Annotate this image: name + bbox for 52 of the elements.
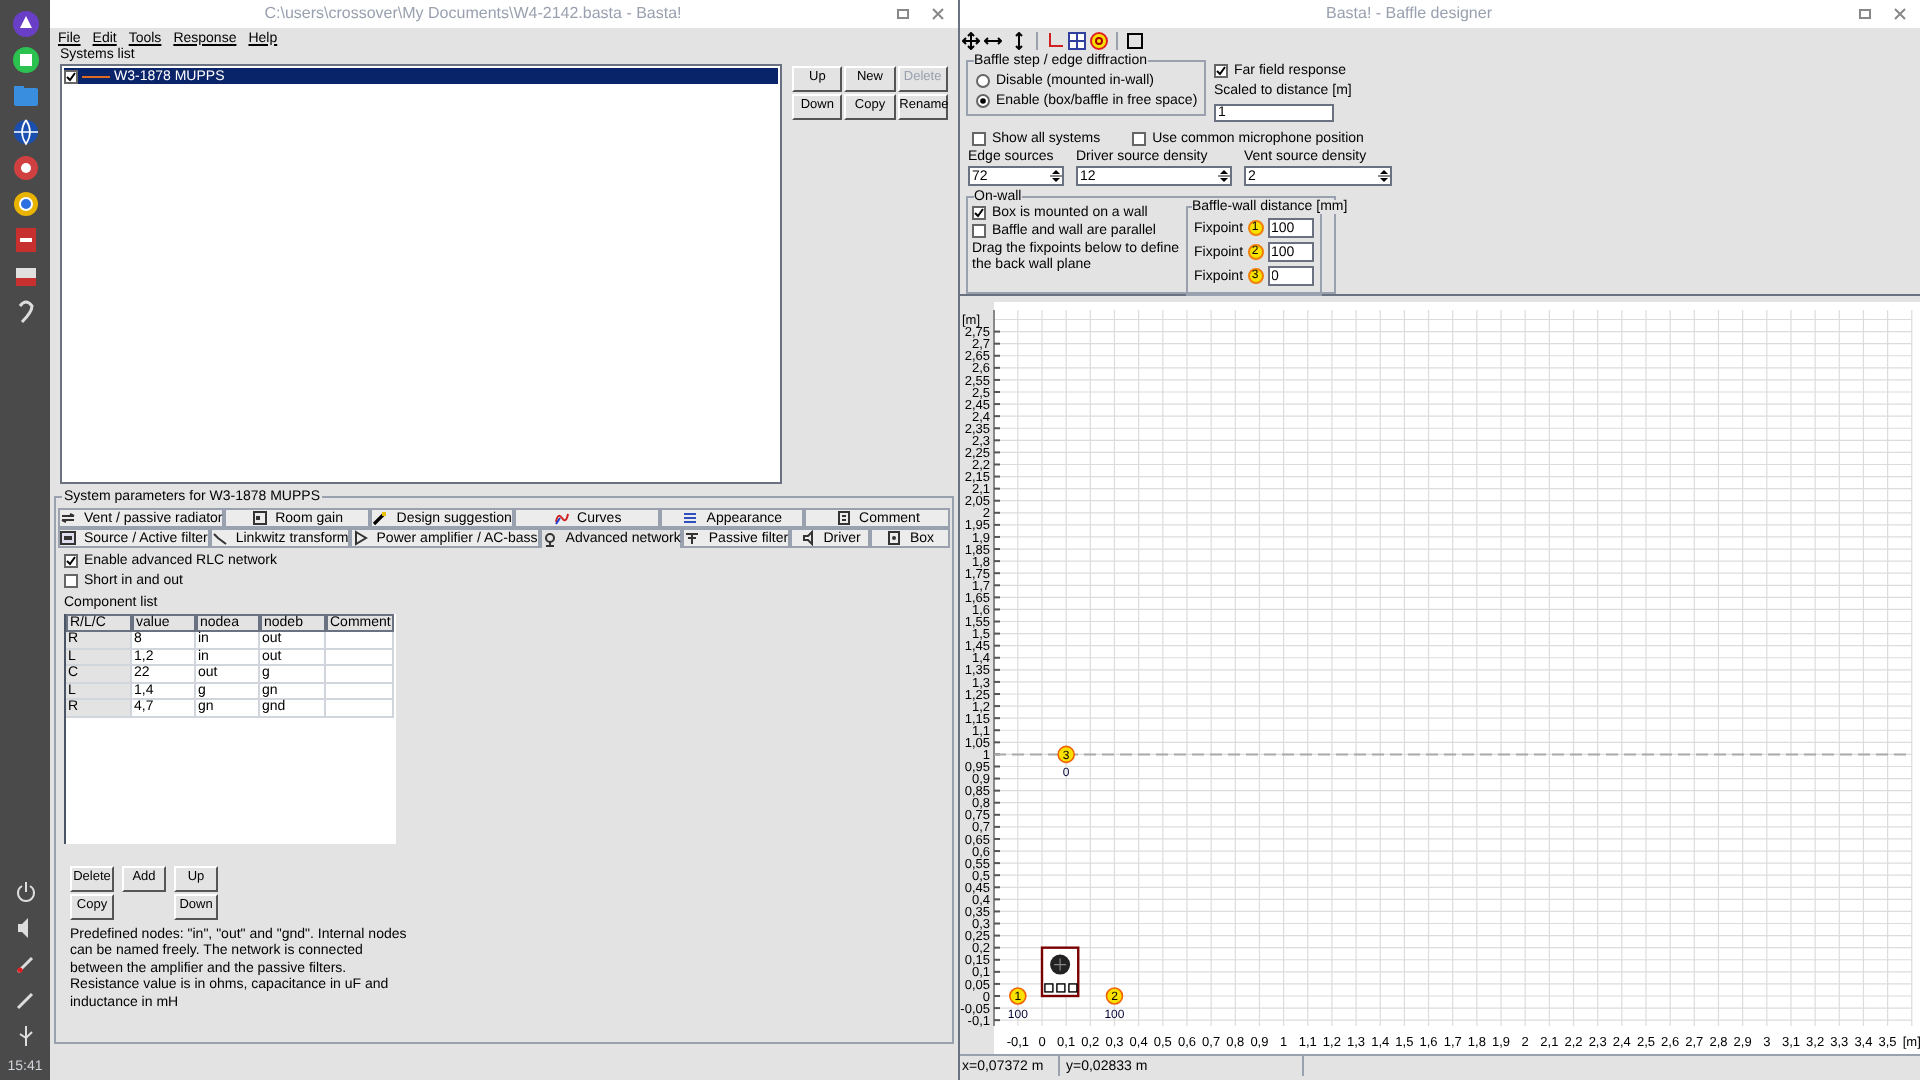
checkbox[interactable] bbox=[64, 554, 78, 568]
square-icon[interactable] bbox=[1126, 31, 1144, 49]
radio-button[interactable] bbox=[976, 94, 990, 108]
table-cell bbox=[326, 632, 394, 649]
vent-icon bbox=[60, 510, 76, 526]
checkbox[interactable] bbox=[1214, 64, 1228, 78]
play-icon bbox=[352, 530, 369, 546]
spin-arrows-icon[interactable] bbox=[1218, 168, 1230, 184]
table-cell bbox=[326, 666, 394, 683]
box-icon bbox=[886, 530, 902, 546]
radio-button[interactable] bbox=[976, 74, 990, 88]
globe-icon[interactable] bbox=[11, 118, 39, 146]
close-icon[interactable] bbox=[1892, 6, 1908, 22]
checkbox[interactable] bbox=[64, 69, 78, 83]
spin-arrows-icon[interactable] bbox=[1378, 168, 1390, 184]
table-cell bbox=[326, 700, 394, 717]
network-icon bbox=[541, 531, 558, 547]
close-icon[interactable] bbox=[930, 6, 946, 22]
axes-icon[interactable] bbox=[1046, 31, 1064, 49]
table-cell bbox=[326, 649, 394, 666]
checkbox[interactable] bbox=[64, 574, 78, 588]
pen-icon bbox=[372, 510, 389, 526]
pen-icon[interactable] bbox=[13, 988, 37, 1012]
maximize-icon[interactable] bbox=[1858, 6, 1874, 22]
window-title: C:\users\crossover\My Documents\W4-2142.basta - Basta! bbox=[262, 6, 684, 22]
chat-icon[interactable] bbox=[11, 46, 39, 74]
vertical-arrow-icon[interactable] bbox=[1010, 31, 1028, 49]
checkbox[interactable] bbox=[972, 132, 986, 146]
source-icon bbox=[60, 530, 76, 546]
maximize-icon[interactable] bbox=[896, 6, 912, 22]
slope-icon bbox=[211, 530, 228, 546]
filter-icon bbox=[684, 530, 701, 546]
speaker-icon bbox=[799, 530, 816, 546]
checkbox[interactable] bbox=[972, 206, 986, 220]
spin-arrows-icon[interactable] bbox=[1050, 168, 1062, 184]
note-icon bbox=[835, 510, 852, 526]
table-cell bbox=[326, 683, 394, 700]
checkbox[interactable] bbox=[1132, 132, 1147, 146]
move-icon[interactable] bbox=[962, 31, 980, 49]
pen-icon[interactable] bbox=[13, 952, 37, 976]
speaker-box-drawing[interactable] bbox=[1040, 946, 1080, 998]
checkbox[interactable] bbox=[972, 224, 986, 238]
curve-icon bbox=[553, 510, 570, 526]
power-icon[interactable] bbox=[13, 880, 37, 904]
launcher-icon[interactable] bbox=[11, 10, 39, 38]
lines-icon bbox=[682, 510, 699, 526]
browser-icon[interactable] bbox=[11, 190, 39, 218]
horizontal-arrow-icon[interactable] bbox=[984, 31, 1002, 49]
grid-icon[interactable] bbox=[1068, 31, 1086, 49]
fixpoint-icon[interactable] bbox=[1090, 31, 1108, 49]
room-icon bbox=[251, 510, 268, 526]
window-title: Basta! - Baffle designer bbox=[1323, 6, 1494, 22]
